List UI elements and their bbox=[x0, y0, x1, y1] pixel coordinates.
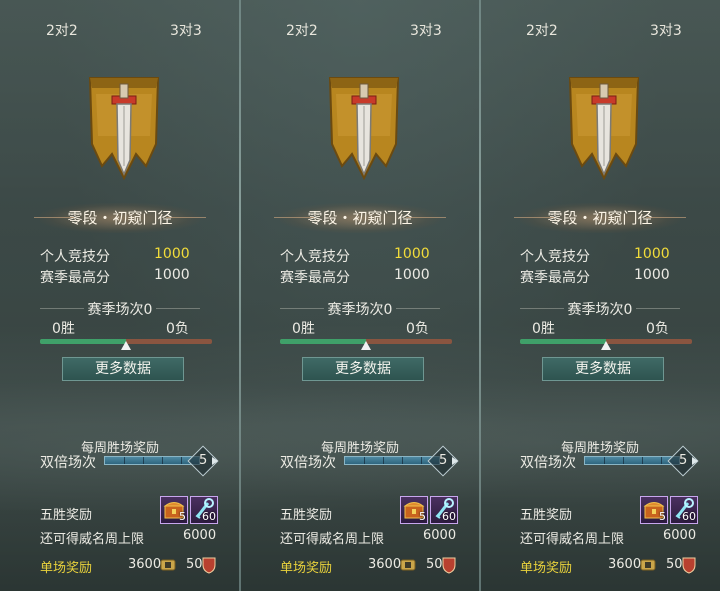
item-count: 5 bbox=[179, 510, 186, 523]
jade-key-icon[interactable]: 60 bbox=[190, 496, 218, 524]
season-high-value: 1000 bbox=[634, 267, 670, 283]
win-fill bbox=[40, 339, 126, 344]
sword-banner-icon bbox=[568, 77, 640, 180]
personal-score-value: 1000 bbox=[394, 246, 430, 262]
single-reward-label: 单场奖励 bbox=[280, 561, 333, 576]
season-high-label: 赛季最高分 bbox=[520, 270, 590, 286]
season-high-label: 赛季最高分 bbox=[280, 270, 350, 286]
tab-3v3[interactable]: 3对3 bbox=[650, 20, 682, 40]
win-loss-marker-icon bbox=[361, 341, 371, 350]
personal-score-value: 1000 bbox=[154, 246, 190, 262]
personal-score-label: 个人竞技分 bbox=[40, 249, 110, 265]
rank-title: 零段・初窥门径 bbox=[34, 203, 206, 233]
wins-count: 0胜 bbox=[292, 321, 315, 337]
double-matches-bar bbox=[344, 456, 440, 465]
item-count: 60 bbox=[682, 510, 696, 523]
win-fill bbox=[520, 339, 606, 344]
prestige-cap-value: 6000 bbox=[423, 528, 457, 543]
treasure-chest-icon[interactable]: 5 bbox=[640, 496, 668, 524]
coin-icon bbox=[400, 559, 416, 571]
personal-score-label: 个人竞技分 bbox=[520, 249, 590, 265]
personal-score-value: 1000 bbox=[634, 246, 670, 262]
double-matches-label: 双倍场次 bbox=[520, 455, 576, 471]
double-matches-row: 双倍场次 5 bbox=[40, 445, 220, 477]
losses-count: 0负 bbox=[166, 321, 189, 337]
arena-panel-2: 2对2 3对3 零段・初窥门径 个人竞技分 1000 赛季最高分 1000 赛季… bbox=[240, 0, 480, 591]
shield-icon bbox=[202, 557, 216, 574]
double-matches-count: 5 bbox=[679, 453, 688, 468]
arrow-right-icon bbox=[692, 457, 698, 465]
prestige-cap-label: 还可得威名周上限 bbox=[520, 532, 625, 547]
double-matches-row: 双倍场次 5 bbox=[520, 445, 700, 477]
tab-2v2[interactable]: 2对2 bbox=[286, 20, 318, 40]
double-matches-count: 5 bbox=[199, 453, 208, 468]
win-loss-marker-icon bbox=[121, 341, 131, 350]
item-count: 5 bbox=[659, 510, 666, 523]
season-matches: 赛季场次0 bbox=[240, 299, 480, 319]
win-loss-marker-icon bbox=[601, 341, 611, 350]
double-matches-bar bbox=[104, 456, 200, 465]
more-data-button[interactable]: 更多数据 bbox=[542, 357, 664, 381]
item-count: 60 bbox=[202, 510, 216, 523]
prestige-cap-label: 还可得威名周上限 bbox=[280, 532, 385, 547]
losses-count: 0负 bbox=[646, 321, 669, 337]
more-data-button[interactable]: 更多数据 bbox=[302, 357, 424, 381]
five-win-label: 五胜奖励 bbox=[520, 508, 573, 523]
double-matches-row: 双倍场次 5 bbox=[280, 445, 460, 477]
panel-divider bbox=[479, 0, 481, 591]
arrow-right-icon bbox=[212, 457, 218, 465]
arena-panel-1: 2对2 3对3 零段・初窥门径 个人竞技分 1000 赛季最高分 1000 赛季… bbox=[0, 0, 240, 591]
double-matches-bar bbox=[584, 456, 680, 465]
single-coin-value: 3600 bbox=[368, 557, 402, 572]
panel-divider bbox=[239, 0, 241, 591]
mode-tabs: 2对2 3对3 bbox=[240, 12, 480, 46]
tab-2v2[interactable]: 2对2 bbox=[526, 20, 558, 40]
personal-score-label: 个人竞技分 bbox=[280, 249, 350, 265]
sword-banner-icon bbox=[88, 77, 160, 180]
losses-count: 0负 bbox=[406, 321, 429, 337]
coin-icon bbox=[160, 559, 176, 571]
prestige-cap-value: 6000 bbox=[183, 528, 217, 543]
tab-2v2[interactable]: 2对2 bbox=[12, 12, 108, 46]
season-high-value: 1000 bbox=[154, 267, 190, 283]
tab-3v3[interactable]: 3对3 bbox=[376, 12, 472, 46]
shield-icon bbox=[682, 557, 696, 574]
item-count: 5 bbox=[419, 510, 426, 523]
single-coin-value: 3600 bbox=[128, 557, 162, 572]
more-data-button[interactable]: 更多数据 bbox=[62, 357, 184, 381]
arrow-right-icon bbox=[452, 457, 458, 465]
season-matches: 赛季场次0 bbox=[480, 299, 720, 319]
rank-title: 零段・初窥门径 bbox=[514, 203, 686, 233]
coin-icon bbox=[640, 559, 656, 571]
win-fill bbox=[280, 339, 366, 344]
shield-icon bbox=[442, 557, 456, 574]
double-matches-label: 双倍场次 bbox=[280, 455, 336, 471]
mode-tabs: 2对2 3对3 bbox=[0, 12, 240, 46]
arena-panel-3: 2对2 3对3 零段・初窥门径 个人竞技分 1000 赛季最高分 1000 赛季… bbox=[480, 0, 720, 591]
tab-3v3[interactable]: 3对3 bbox=[170, 20, 202, 40]
item-count: 60 bbox=[442, 510, 456, 523]
rank-title: 零段・初窥门径 bbox=[274, 203, 446, 233]
jade-key-icon[interactable]: 60 bbox=[430, 496, 458, 524]
double-matches-label: 双倍场次 bbox=[40, 455, 96, 471]
season-high-label: 赛季最高分 bbox=[40, 270, 110, 286]
treasure-chest-icon[interactable]: 5 bbox=[160, 496, 188, 524]
sword-banner-icon bbox=[328, 77, 400, 180]
season-high-value: 1000 bbox=[394, 267, 430, 283]
double-matches-count: 5 bbox=[439, 453, 448, 468]
treasure-chest-icon[interactable]: 5 bbox=[400, 496, 428, 524]
single-reward-label: 单场奖励 bbox=[520, 561, 573, 576]
wins-count: 0胜 bbox=[532, 321, 555, 337]
wins-count: 0胜 bbox=[52, 321, 75, 337]
season-matches: 赛季场次0 bbox=[0, 299, 240, 319]
jade-key-icon[interactable]: 60 bbox=[670, 496, 698, 524]
five-win-label: 五胜奖励 bbox=[280, 508, 333, 523]
five-win-label: 五胜奖励 bbox=[40, 508, 93, 523]
prestige-cap-label: 还可得威名周上限 bbox=[40, 532, 145, 547]
mode-tabs: 2对2 3对3 bbox=[480, 18, 720, 42]
single-reward-label: 单场奖励 bbox=[40, 561, 93, 576]
prestige-cap-value: 6000 bbox=[663, 528, 697, 543]
single-coin-value: 3600 bbox=[608, 557, 642, 572]
